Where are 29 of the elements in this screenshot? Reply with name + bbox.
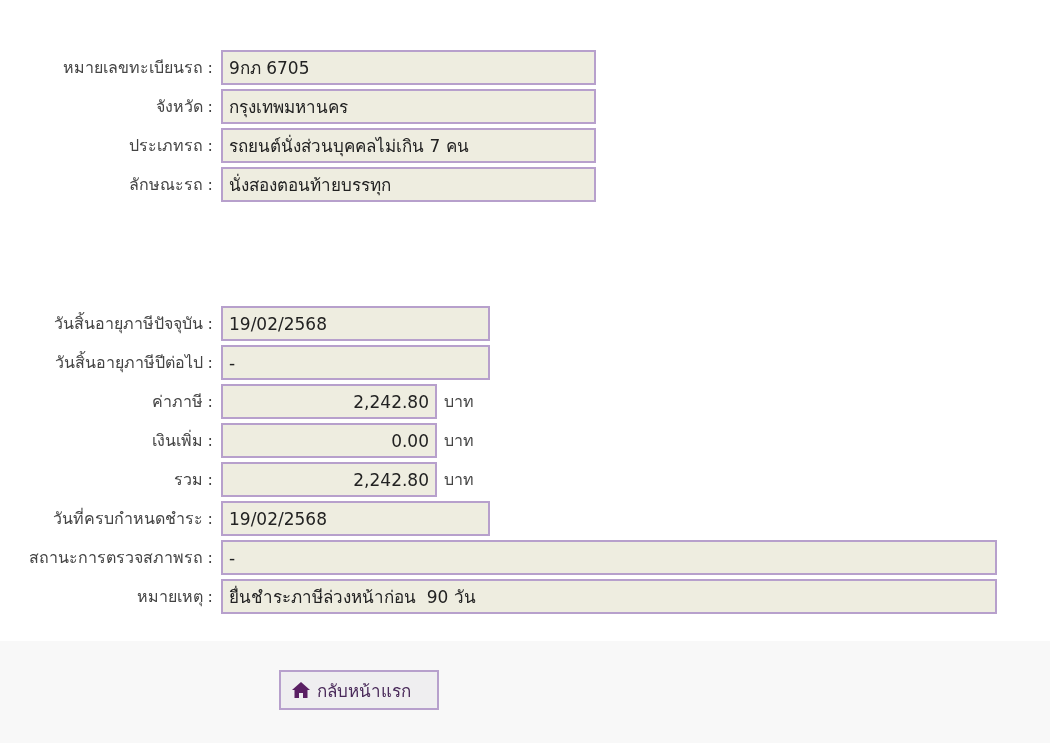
value-field: - xyxy=(221,345,490,380)
value-field: นั่งสองตอนท้ายบรรทุก xyxy=(221,167,596,202)
value-field: กรุงเทพมหานคร xyxy=(221,89,596,124)
home-button[interactable]: กลับหน้าแรก xyxy=(279,670,439,710)
field-label: หมายเหตุ : xyxy=(135,586,214,609)
value-field: ยื่นชำระภาษีล่วงหน้าก่อน 90 วัน xyxy=(221,579,997,614)
field-label: ประเภทรถ : xyxy=(127,135,214,157)
value-field: 19/02/2568 xyxy=(221,501,490,536)
value-field: 19/02/2568 xyxy=(221,306,490,341)
value-field: - xyxy=(221,540,997,575)
field-label: ค่าภาษี : xyxy=(150,391,214,413)
value-field: 0.00 xyxy=(221,423,437,458)
value-field: รถยนต์นั่งส่วนบุคคลไม่เกิน 7 คน xyxy=(221,128,596,163)
field-label: วันที่ครบกำหนดชำระ : xyxy=(51,507,214,530)
field-label: จังหวัด : xyxy=(154,96,214,118)
value-field: 2,242.80 xyxy=(221,384,437,419)
field-label: วันสิ้นอายุภาษีปีต่อไป : xyxy=(53,350,214,375)
field-label: รวม : xyxy=(172,469,214,491)
home-icon xyxy=(291,681,311,699)
field-label: สถานะการตรวจสภาพรถ : xyxy=(27,547,214,569)
field-label: เงินเพิ่ม : xyxy=(150,429,214,452)
value-field: 2,242.80 xyxy=(221,462,437,497)
unit-label: บาท xyxy=(444,469,474,491)
field-label: วันสิ้นอายุภาษีปัจจุบัน : xyxy=(52,311,214,336)
value-field: 9กภ 6705 xyxy=(221,50,596,85)
unit-label: บาท xyxy=(444,430,474,452)
unit-label: บาท xyxy=(444,391,474,413)
field-label: หมายเลขทะเบียนรถ : xyxy=(61,57,214,79)
field-label: ลักษณะรถ : xyxy=(127,174,214,196)
